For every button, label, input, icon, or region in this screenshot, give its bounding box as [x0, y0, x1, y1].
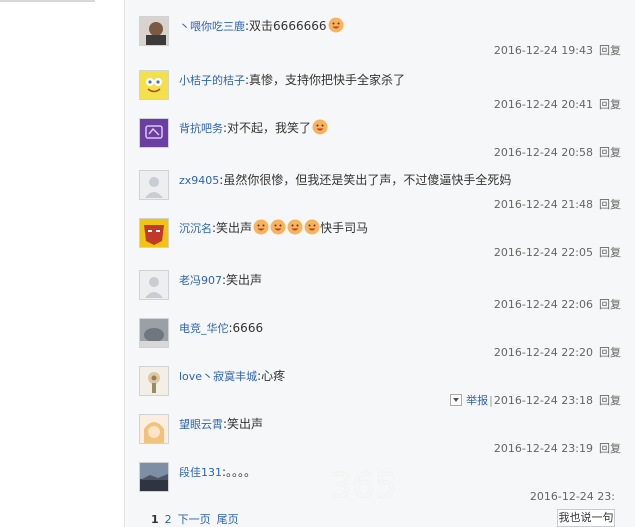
reply-item: 电竞_华佗:6666 2016-12-24 22:20 回复 [139, 318, 621, 366]
flower-avatar-icon[interactable] [139, 366, 169, 396]
reply-item: 老冯907:笑出声 2016-12-24 22:06 回复 [139, 270, 621, 318]
grin-emoji-icon [328, 17, 344, 33]
reply-time: 2016-12-24 22:05 [493, 246, 593, 259]
default-avatar-icon[interactable] [139, 270, 169, 300]
reply-time: 2016-12-24 21:48 [493, 198, 593, 211]
page-2-link[interactable]: 2 [165, 513, 172, 526]
username-link[interactable]: 丶喂你吃三鹿 [179, 20, 245, 33]
reply-button[interactable]: 回复 [599, 44, 621, 57]
reply-panel: 丶喂你吃三鹿:双击6666666 2016-12-24 19:43 回复 小桔子的… [124, 0, 635, 527]
reply-text: 笑出声 [216, 221, 253, 235]
top-divider [0, 0, 95, 2]
reply-button[interactable]: 回复 [599, 298, 621, 311]
anime-avatar-icon[interactable] [139, 414, 169, 444]
username-link[interactable]: 段佳131 [179, 466, 222, 479]
purple-badge-avatar-icon[interactable] [139, 118, 169, 148]
reply-item: 丶喂你吃三鹿:双击6666666 2016-12-24 19:43 回复 [139, 16, 621, 64]
reply-time: 2016-12-24 23: [529, 490, 615, 503]
username-link[interactable]: 电竞_华佗 [179, 322, 229, 335]
reply-time: 2016-12-24 23:19 [493, 442, 593, 455]
reply-item: 段佳131:。。。。 2016-12-24 23: [139, 462, 621, 510]
reply-item: 背抗吧务:对不起，我笑了 2016-12-24 20:58 回复 [139, 118, 621, 166]
reply-text: 虽然你很惨，但我还是笑出了声，不过傻逼快手全死妈 [223, 173, 512, 187]
reply-button[interactable]: 回复 [599, 246, 621, 259]
reply-button[interactable]: 回复 [599, 442, 621, 455]
reply-item: 望眼云霄:笑出声 2016-12-24 23:19 回复 [139, 414, 621, 462]
dropdown-arrow-icon[interactable] [450, 394, 463, 406]
ironman-avatar-icon[interactable] [139, 218, 169, 248]
grin-emoji-icon [253, 219, 269, 235]
reply-text: 。。。。 [226, 465, 257, 479]
reply-item: 沉沉名:笑出声 快手司马 2016-12-24 22:05 回复 [139, 218, 621, 266]
reply-text: 双击6666666 [249, 19, 327, 33]
spongebob-avatar-icon[interactable] [139, 70, 169, 100]
reply-button[interactable]: 回复 [599, 346, 621, 359]
photo-avatar-icon[interactable] [139, 16, 169, 46]
reply-button[interactable]: 回复 [599, 146, 621, 159]
username-link[interactable]: 沉沉名 [179, 222, 212, 235]
default-avatar-icon[interactable] [139, 170, 169, 200]
reply-text: 对不起，我笑了 [227, 121, 312, 135]
reply-time: 2016-12-24 20:41 [493, 98, 593, 111]
reply-button[interactable]: 回复 [599, 98, 621, 111]
username-link[interactable]: 望眼云霄 [179, 418, 223, 431]
reply-text: 心疼 [261, 369, 286, 383]
reply-button[interactable]: 回复 [599, 394, 621, 407]
grin-emoji-icon [287, 219, 303, 235]
reply-text: 真惨，支持你把快手全家杀了 [249, 73, 406, 87]
reply-item: zx9405:虽然你很惨，但我还是笑出了声，不过傻逼快手全死妈 2016-12-… [139, 170, 621, 218]
reply-text: 笑出声 [226, 273, 263, 287]
username-link[interactable]: love丶寂寞丰城 [179, 370, 257, 383]
page-1-current: 1 [151, 513, 159, 526]
post-reply-button[interactable]: 我也说一句 [557, 509, 615, 527]
reply-text: 6666 [232, 321, 264, 335]
reply-time: 2016-12-24 19:43 [493, 44, 593, 57]
username-link[interactable]: 老冯907 [179, 274, 222, 287]
username-link[interactable]: zx9405 [179, 174, 219, 187]
username-link[interactable]: 小桔子的桔子 [179, 74, 245, 87]
reply-time: 2016-12-24 20:58 [493, 146, 593, 159]
last-page-link[interactable]: 尾页 [217, 513, 239, 526]
username-link[interactable]: 背抗吧务 [179, 122, 223, 135]
reply-item: love丶寂寞丰城:心疼 举报|2016-12-24 23:18 回复 [139, 366, 621, 414]
report-link[interactable]: 举报 [466, 394, 488, 407]
reply-text: 笑出声 [227, 417, 264, 431]
reply-time: 2016-12-24 23:18 [493, 394, 593, 407]
reply-item: 小桔子的桔子:真惨，支持你把快手全家杀了 2016-12-24 20:41 回复 [139, 70, 621, 118]
grin-emoji-icon [304, 219, 320, 235]
grin-emoji-icon [312, 119, 328, 135]
pagination: 1 2 下一页 尾页 [151, 511, 245, 527]
landscape-avatar-icon[interactable] [139, 462, 169, 492]
reply-time: 2016-12-24 22:20 [493, 346, 593, 359]
reply-button[interactable]: 回复 [599, 198, 621, 211]
gray-photo-avatar-icon[interactable] [139, 318, 169, 348]
reply-time: 2016-12-24 22:06 [493, 298, 593, 311]
grin-emoji-icon [270, 219, 286, 235]
next-page-link[interactable]: 下一页 [178, 513, 211, 526]
reply-text-after: 快手司马 [320, 221, 369, 235]
